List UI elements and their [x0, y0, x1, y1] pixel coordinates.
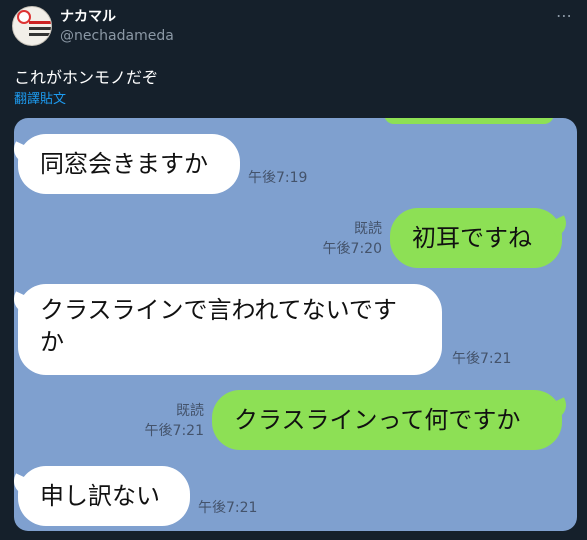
message-text-line1: クラスラインで言われてないです: [40, 296, 397, 324]
tweet-text: これがホンモノだぞ: [14, 68, 159, 87]
message-time: 午後7:21: [144, 423, 204, 440]
message-text: 申し訳ない: [40, 481, 160, 510]
message-text: 初耳ですね: [412, 223, 532, 252]
message-text: 同窓会きますか: [40, 149, 208, 178]
avatar[interactable]: [12, 6, 52, 46]
translate-link[interactable]: 翻譯貼文: [14, 88, 66, 107]
message-meta: 午後7:19: [248, 168, 307, 188]
message-meta: 既読 午後7:20: [308, 219, 382, 260]
outgoing-message: 初耳ですね: [390, 208, 562, 268]
avatar-text-graphic: [29, 21, 51, 39]
tweet: ナカマル @nechadameda ⋯ これがホンモノだぞ 翻譯貼文 同窓会きま…: [0, 0, 587, 540]
message-text-line2: か: [40, 328, 64, 357]
chat-screenshot[interactable]: 同窓会きますか 午後7:19 既読 午後7:20 初耳ですね クラスラインで言わ…: [14, 118, 577, 531]
message-time: 午後7:21: [198, 500, 258, 516]
message-time: 午後7:20: [322, 241, 382, 258]
outgoing-message: クラスラインって何ですか: [212, 390, 562, 450]
message-time: 午後7:21: [452, 351, 512, 367]
read-receipt: 既読: [176, 403, 204, 419]
more-options-icon[interactable]: ⋯: [556, 6, 573, 25]
message-meta: 既読 午後7:21: [130, 401, 204, 442]
message-time: 午後7:19: [248, 170, 308, 186]
incoming-message: クラスラインで言われてないです か: [18, 284, 442, 375]
message-meta: 午後7:21: [452, 349, 511, 369]
incoming-message: 申し訳ない: [18, 466, 190, 526]
message-text: クラスラインって何ですか: [234, 405, 521, 434]
display-name[interactable]: ナカマル: [60, 6, 116, 26]
handle[interactable]: @nechadameda: [60, 28, 174, 44]
partial-message-bubble: [384, 118, 554, 124]
incoming-message: 同窓会きますか: [18, 134, 240, 194]
message-meta: 午後7:21: [198, 498, 257, 518]
read-receipt: 既読: [354, 221, 382, 237]
